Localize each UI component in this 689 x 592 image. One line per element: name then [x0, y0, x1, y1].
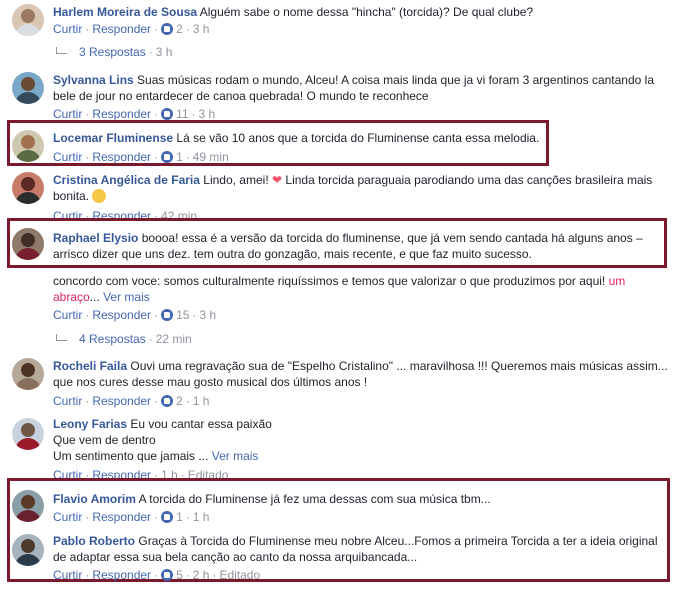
like-icon	[161, 151, 174, 163]
commenter-name[interactable]: Cristina Angélica de Faria	[53, 173, 200, 187]
reply-link[interactable]: Responder	[92, 308, 151, 322]
comment-actions: Curtir · Responder · 5 · 2 h · Editado	[53, 568, 261, 582]
timestamp: 3 h	[192, 22, 210, 36]
reply-arrow-icon	[56, 334, 67, 341]
reply-arrow-icon	[56, 47, 67, 54]
edited-label: Editado	[219, 568, 261, 582]
comment-text: Que vem de dentro	[53, 433, 156, 447]
comment-text: Lá se vão 10 anos que a torcida do Flumi…	[176, 131, 540, 145]
comment-text: Eu vou cantar essa paixão	[130, 417, 272, 431]
commenter-name[interactable]: Pablo Roberto	[53, 534, 135, 548]
reply-link[interactable]: Responder	[92, 150, 151, 164]
comment-text: Um sentimento que jamais ...	[53, 449, 209, 463]
timestamp: 49 min	[192, 150, 229, 164]
comment-actions: Curtir · Responder · 2 · 1 h	[53, 394, 210, 408]
timestamp: 3 h	[198, 107, 216, 121]
comment-actions: Curtir · Responder · 1 · 1 h	[53, 510, 210, 524]
like-count: 5	[176, 568, 183, 582]
commenter-name[interactable]: Leony Farias	[53, 417, 127, 431]
reply-link[interactable]: Responder	[92, 394, 151, 408]
comment-actions: Curtir · Responder · 1 · 49 min	[53, 150, 229, 164]
comment-text: Suas músicas rodam o mundo, Alceu! A coi…	[53, 73, 655, 103]
replies-link[interactable]: 3 Respostas · 3 h	[56, 44, 172, 60]
comment-text: Ouvi uma regravação sua de "Espelho Cris…	[53, 359, 668, 389]
commenter-name[interactable]: Harlem Moreira de Sousa	[53, 5, 197, 19]
like-icon	[161, 569, 174, 581]
comment-text: concordo com voce: somos culturalmente r…	[53, 274, 606, 288]
reply-link[interactable]: Responder	[92, 22, 151, 36]
like-icon	[161, 108, 174, 120]
commenter-name[interactable]: Locemar Fluminense	[53, 131, 173, 145]
reply-link[interactable]: Responder	[92, 510, 151, 524]
like-icon	[161, 23, 174, 35]
like-link[interactable]: Curtir	[53, 22, 82, 36]
comment-text: A torcida do Fluminense já fez uma dessa…	[138, 492, 491, 506]
avatar[interactable]	[12, 72, 44, 104]
reply-link[interactable]: Responder	[92, 107, 151, 121]
like-link[interactable]: Curtir	[53, 308, 82, 322]
comment-text: Graças à Torcida do Fluminense meu nobre…	[53, 534, 658, 564]
like-count: 11	[176, 107, 189, 121]
avatar[interactable]	[12, 172, 44, 204]
commenter-name[interactable]: Flavio Amorim	[53, 492, 136, 506]
avatar[interactable]	[12, 130, 44, 162]
like-link[interactable]: Curtir	[53, 510, 82, 524]
like-icon	[161, 309, 174, 321]
like-icon	[161, 395, 174, 407]
timestamp: 1 h	[192, 510, 210, 524]
like-link[interactable]: Curtir	[53, 107, 82, 121]
replies-link[interactable]: 4 Respostas · 22 min	[56, 331, 192, 347]
avatar[interactable]	[12, 228, 44, 260]
see-more-link[interactable]: Ver mais	[212, 449, 259, 463]
timestamp: 2 h	[192, 568, 210, 582]
comment-text: Lindo, amei!	[203, 173, 269, 187]
comment-text: boooa! essa é a versão da torcida do flu…	[53, 231, 643, 261]
comment-actions: Curtir · Responder · 2 · 3 h	[53, 22, 210, 36]
avatar[interactable]	[12, 418, 44, 450]
avatar[interactable]	[12, 358, 44, 390]
like-count: 2	[176, 22, 183, 36]
like-count: 2	[176, 394, 183, 408]
avatar[interactable]	[12, 4, 44, 36]
like-link[interactable]: Curtir	[53, 568, 82, 582]
see-more-link[interactable]: Ver mais	[103, 290, 150, 304]
comment-text: Alguém sabe o nome dessa "hincha" (torci…	[199, 5, 534, 19]
like-icon	[161, 511, 174, 523]
commenter-name[interactable]: Sylvanna Lins	[53, 73, 134, 87]
commenter-name[interactable]: Rocheli Faila	[53, 359, 127, 373]
avatar[interactable]	[12, 490, 44, 522]
like-count: 1	[176, 510, 183, 524]
like-count: 15	[176, 308, 190, 322]
like-count: 1	[176, 150, 183, 164]
reply-link[interactable]: Responder	[92, 568, 151, 582]
commenter-name[interactable]: Raphael Elysio	[53, 231, 138, 245]
like-link[interactable]: Curtir	[53, 150, 82, 164]
timestamp: 3 h	[199, 308, 217, 322]
comment-actions: Curtir · Responder · 15 · 3 h	[53, 308, 217, 322]
smile-emoji-icon	[92, 189, 107, 203]
avatar[interactable]	[12, 534, 44, 566]
like-link[interactable]: Curtir	[53, 394, 82, 408]
heart-icon: ❤	[272, 173, 283, 187]
timestamp: 1 h	[192, 394, 210, 408]
